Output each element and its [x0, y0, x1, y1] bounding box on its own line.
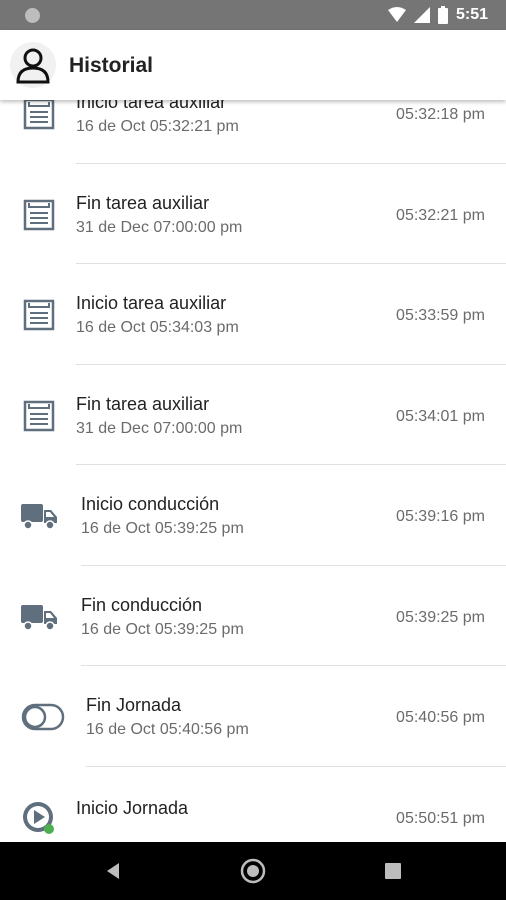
user-icon: [16, 48, 50, 84]
notification-dot-icon: [25, 8, 40, 23]
avatar[interactable]: [10, 42, 56, 88]
home-button[interactable]: [238, 856, 268, 886]
item-time: 05:50:51 pm: [396, 809, 485, 827]
task-list-icon: [20, 196, 58, 234]
status-icons: 5:51: [387, 5, 488, 25]
item-title: Fin tarea auxiliar: [76, 192, 210, 213]
item-time: 05:33:59 pm: [396, 307, 485, 324]
recents-icon: [385, 863, 401, 879]
app-bar: Historial: [0, 30, 506, 100]
item-time: 05:39:25 pm: [396, 608, 485, 626]
item-subtitle: 16 de Oct 05:39:25 pm: [81, 620, 244, 638]
back-icon: [107, 863, 119, 879]
item-time: 05:39:16 pm: [396, 508, 485, 525]
list-item[interactable]: Inicio tarea auxiliar 16 de Oct 05:34:03…: [0, 264, 506, 365]
item-subtitle: 16 de Oct 05:40:56 pm: [86, 721, 249, 738]
item-title: Fin conducción: [81, 594, 203, 615]
back-button[interactable]: [98, 856, 128, 886]
list-item[interactable]: Fin Jornada 16 de Oct 05:40:56 pm 05:40:…: [0, 666, 506, 767]
item-subtitle: 31 de Dec 07:00:00 pm: [76, 419, 243, 437]
history-list[interactable]: Inicio tarea auxiliar 16 de Oct 05:32:21…: [0, 100, 506, 842]
item-title: Inicio tarea auxiliar: [76, 293, 227, 313]
item-time: 05:32:21 pm: [396, 206, 485, 224]
signal-icon: [413, 7, 430, 23]
list-item[interactable]: Fin conducción 16 de Oct 05:39:25 pm 05:…: [0, 566, 506, 666]
item-title: Inicio conducción: [81, 494, 220, 514]
item-title: Inicio Jornada: [76, 797, 189, 818]
list-item[interactable]: Fin tarea auxiliar 31 de Dec 07:00:00 pm…: [0, 365, 506, 465]
item-subtitle: 16 de Oct 05:34:03 pm: [76, 319, 239, 336]
truck-icon: [20, 497, 58, 535]
truck-icon: [20, 598, 58, 636]
item-title: Fin tarea auxiliar: [76, 393, 210, 414]
list-item[interactable]: Inicio Jornada 05:50:51 pm: [0, 767, 506, 843]
clock: 5:51: [455, 6, 488, 23]
battery-icon: [437, 6, 448, 24]
item-subtitle: 16 de Oct 05:39:25 pm: [81, 520, 244, 537]
home-icon: [240, 858, 266, 884]
task-list-icon: [20, 100, 58, 133]
wifi-icon: [387, 7, 406, 22]
list-item[interactable]: Fin tarea auxiliar 31 de Dec 07:00:00 pm…: [0, 164, 506, 264]
recents-button[interactable]: [378, 856, 408, 886]
list-item[interactable]: Inicio tarea auxiliar 16 de Oct 05:32:21…: [0, 100, 506, 164]
item-title: Inicio tarea auxiliar: [76, 100, 227, 112]
status-bar: 5:51: [0, 0, 506, 30]
item-subtitle: 16 de Oct 05:32:21 pm: [76, 118, 239, 135]
navigation-bar: [0, 842, 506, 900]
page-title: Historial: [69, 54, 154, 77]
task-list-icon: [20, 296, 58, 334]
item-subtitle: 31 de Dec 07:00:00 pm: [76, 218, 243, 236]
play-icon: [20, 799, 58, 837]
item-time: 05:40:56 pm: [396, 709, 485, 726]
toggle-off-icon: [20, 698, 66, 736]
item-time: 05:32:18 pm: [396, 106, 485, 123]
item-title: Fin Jornada: [86, 695, 182, 715]
list-item[interactable]: Inicio conducción 16 de Oct 05:39:25 pm …: [0, 465, 506, 566]
item-time: 05:34:01 pm: [396, 407, 485, 425]
task-list-icon: [20, 397, 58, 435]
